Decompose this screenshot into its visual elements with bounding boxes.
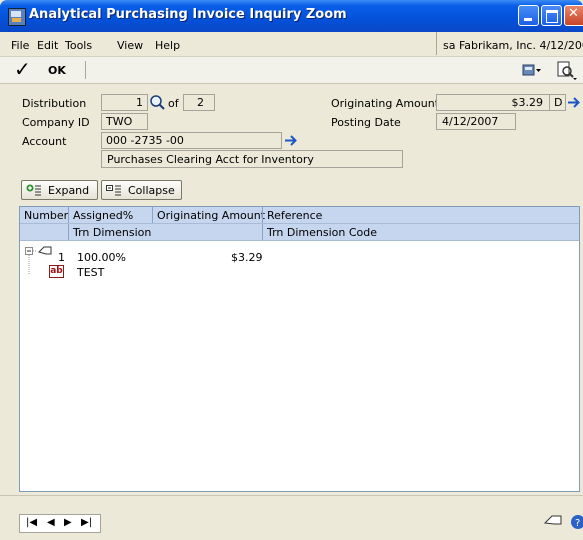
column-separator [152, 207, 153, 223]
column-separator [68, 207, 69, 223]
account-description: Purchases Clearing Acct for Inventory [107, 153, 314, 166]
of-label: of [168, 97, 179, 110]
company-id-label: Company ID [22, 116, 90, 129]
row-dimension: TEST [77, 266, 105, 279]
maximize-button[interactable] [541, 5, 562, 26]
originating-amount-value: $3.29 [511, 96, 544, 109]
last-record-icon[interactable]: ▶| [81, 517, 92, 528]
company-id-value: TWO [106, 115, 133, 128]
help-icon[interactable]: ? [569, 513, 583, 531]
toolbar: ✓ OK [0, 57, 583, 84]
distribution-total: 2 [197, 96, 204, 109]
menu-help[interactable]: Help [155, 39, 180, 52]
company-id-field: TWO [101, 113, 148, 130]
distribution-label: Distribution [22, 97, 87, 110]
arrow-right-icon[interactable] [567, 96, 581, 109]
originating-amount-label: Originating Amount [331, 97, 440, 110]
posting-date-field: 4/12/2007 [436, 113, 516, 130]
toolbar-separator [85, 61, 86, 79]
col-reference[interactable]: Reference [267, 209, 322, 222]
distribution-value: 1 [136, 96, 143, 109]
next-record-icon[interactable]: ▶ [64, 517, 72, 528]
col-trn-dimension[interactable]: Trn Dimension [73, 226, 151, 239]
account-label: Account [22, 135, 67, 148]
grid-header-row1: Number Assigned% Originating Amount Refe… [20, 207, 579, 224]
posting-date-value: 4/12/2007 [442, 115, 499, 128]
distribution-field[interactable]: 1 [101, 94, 148, 111]
row-amount: $3.29 [231, 251, 263, 264]
column-separator [262, 224, 263, 240]
collapse-icon [106, 185, 121, 196]
close-button[interactable] [564, 5, 583, 26]
window: Analytical Purchasing Invoice Inquiry Zo… [0, 0, 583, 540]
expand-button[interactable]: Expand [21, 180, 98, 200]
app-icon [8, 8, 26, 26]
originating-amount-field: $3.29 [436, 94, 550, 111]
status-bar: |◀ ◀ ▶ ▶| ? [0, 495, 583, 540]
ok-button[interactable]: OK [48, 64, 66, 77]
expand-label: Expand [48, 184, 90, 197]
menu-edit[interactable]: Edit [37, 39, 58, 52]
account-field: 000 -2735 -00 [101, 132, 282, 149]
row-number: 1 [58, 251, 65, 264]
column-separator [262, 207, 263, 223]
menu-file[interactable]: File [11, 39, 29, 52]
lookup-icon[interactable] [149, 94, 165, 110]
account-description-field: Purchases Clearing Acct for Inventory [101, 150, 403, 168]
col-number[interactable]: Number [24, 209, 68, 222]
first-record-icon[interactable]: |◀ [26, 517, 37, 528]
checkmark-icon[interactable]: ✓ [14, 59, 31, 79]
debit-credit-field: D [549, 94, 566, 111]
minimize-button[interactable] [518, 5, 539, 26]
distribution-grid: Number Assigned% Originating Amount Refe… [19, 206, 580, 492]
user-info-text: sa Fabrikam, Inc. 4/12/2007 [443, 39, 583, 52]
menu-view[interactable]: View [117, 39, 143, 52]
note-icon[interactable] [543, 513, 563, 531]
column-separator [68, 224, 69, 240]
col-originating-amount[interactable]: Originating Amount [157, 209, 265, 222]
user-info: sa Fabrikam, Inc. 4/12/2007 [436, 32, 583, 55]
distribution-total-field: 2 [183, 94, 215, 111]
col-assigned[interactable]: Assigned% [73, 209, 133, 222]
svg-text:?: ? [575, 518, 580, 529]
menu-tools[interactable]: Tools [65, 39, 92, 52]
collapse-button[interactable]: Collapse [101, 180, 182, 200]
print-options-icon[interactable] [556, 60, 578, 80]
text-field-icon: ab [49, 265, 64, 278]
grid-header-row2: Trn Dimension Trn Dimension Code [20, 224, 579, 241]
window-title: Analytical Purchasing Invoice Inquiry Zo… [29, 7, 347, 22]
title-bar: Analytical Purchasing Invoice Inquiry Zo… [0, 0, 583, 32]
record-navigator: |◀ ◀ ▶ ▶| [19, 514, 101, 533]
collapse-label: Collapse [128, 184, 175, 197]
posting-date-label: Posting Date [331, 116, 401, 129]
account-value: 000 -2735 -00 [106, 134, 184, 147]
arrow-right-icon[interactable] [284, 134, 298, 147]
actions-dropdown-icon[interactable] [522, 62, 542, 78]
expand-icon [26, 184, 41, 196]
previous-record-icon[interactable]: ◀ [47, 517, 55, 528]
col-trn-dimension-code[interactable]: Trn Dimension Code [267, 226, 377, 239]
row-assigned: 100.00% [77, 251, 126, 264]
debit-credit-flag: D [554, 96, 563, 109]
